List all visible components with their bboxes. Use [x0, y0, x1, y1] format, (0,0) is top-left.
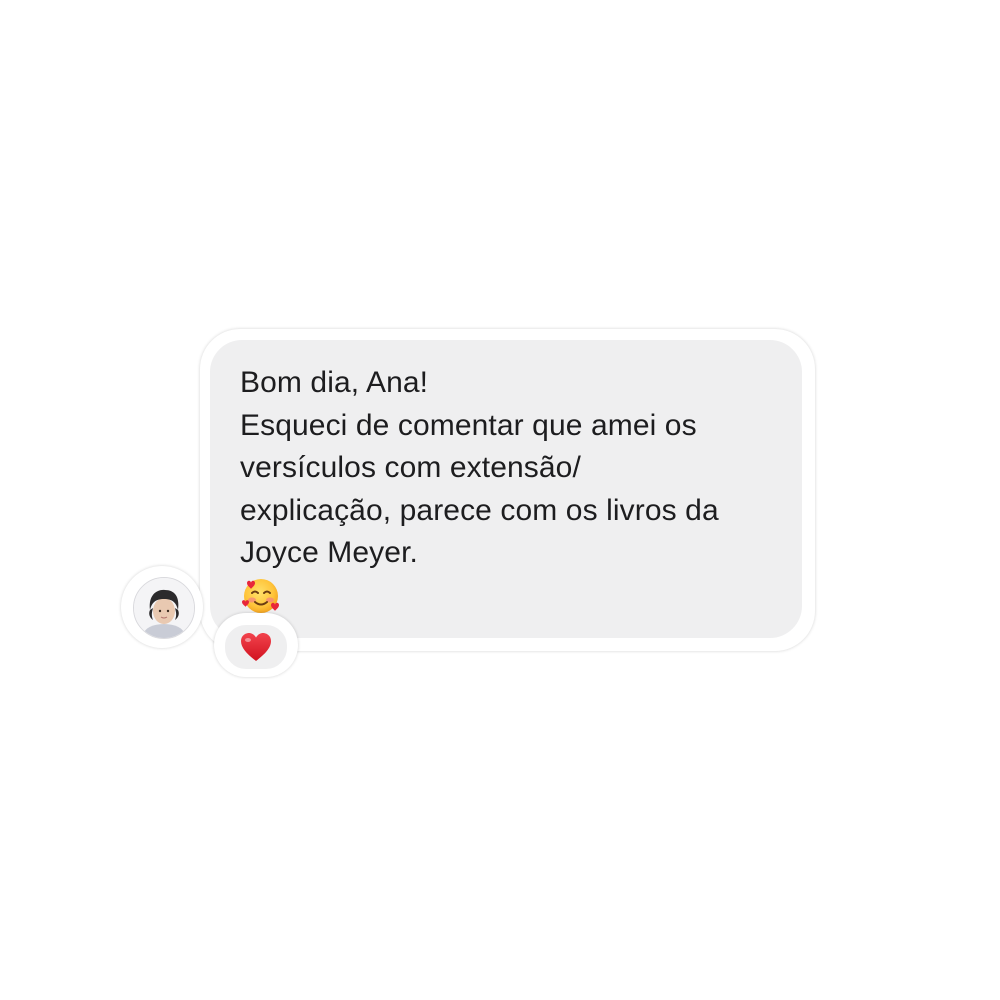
message-line: Esqueci de comentar que amei os: [240, 408, 697, 442]
message-line: Bom dia, Ana!: [240, 366, 429, 399]
message-sticker: Bom dia, Ana! Esqueci de comentar que am…: [0, 0, 1000, 1000]
reaction-badge[interactable]: [224, 624, 288, 670]
avatar[interactable]: [133, 577, 195, 639]
red-heart-icon: [241, 633, 271, 661]
message-line: Joyce Meyer.: [240, 536, 418, 569]
user-photo-icon: [134, 578, 194, 638]
smiling-face-with-hearts-icon: [240, 574, 282, 616]
message-line: explicação, parece com os livros da: [240, 493, 719, 527]
message-line: versículos com extensão/: [240, 451, 581, 484]
message-text: Bom dia, Ana! Esqueci de comentar que am…: [240, 362, 785, 575]
